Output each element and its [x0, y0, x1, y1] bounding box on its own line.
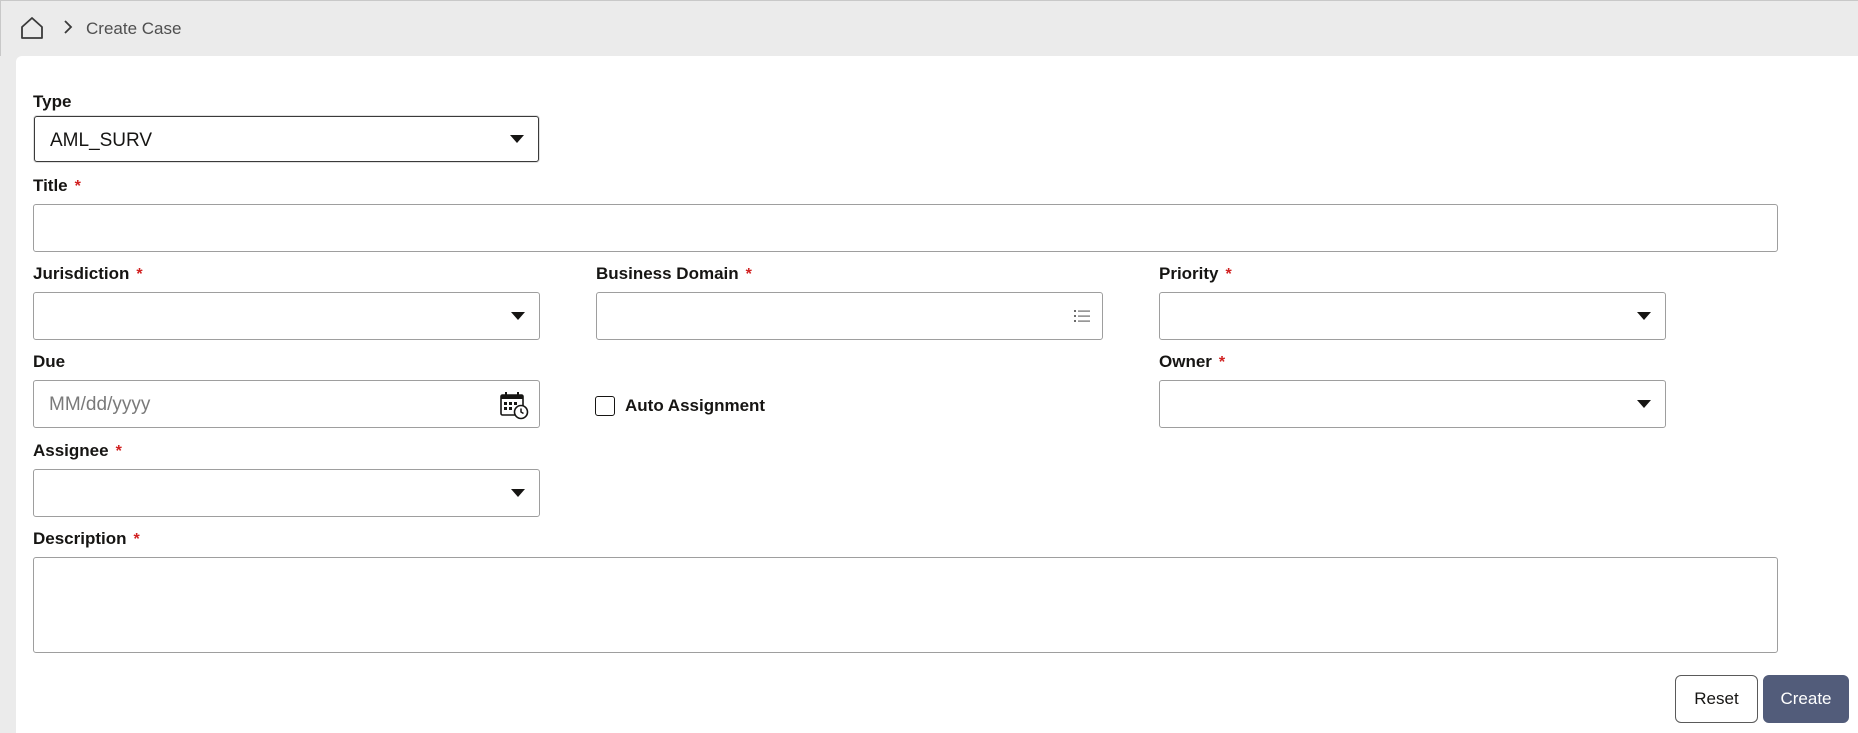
due-date-input[interactable]: MM/dd/yyyy [33, 380, 540, 428]
chevron-down-icon[interactable] [1637, 400, 1651, 408]
required-marker: * [745, 266, 752, 283]
chevron-down-icon[interactable] [511, 489, 525, 497]
type-select[interactable]: AML_SURV [34, 116, 539, 162]
business-domain-input[interactable] [596, 292, 1103, 340]
calendar-clock-icon[interactable] [499, 390, 529, 420]
jurisdiction-label: Jurisdiction * [33, 264, 143, 283]
chevron-down-icon[interactable] [1637, 312, 1651, 320]
business-domain-label: Business Domain * [596, 264, 752, 283]
chevron-right-icon [64, 20, 73, 34]
owner-select[interactable] [1159, 380, 1666, 428]
assignee-label: Assignee * [33, 441, 122, 460]
description-label: Description * [33, 529, 140, 548]
required-marker: * [1225, 266, 1232, 283]
due-date-placeholder: MM/dd/yyyy [49, 394, 151, 415]
required-marker: * [1218, 354, 1226, 371]
title-input[interactable] [33, 204, 1778, 252]
assignee-select[interactable] [33, 469, 540, 517]
checkbox-box[interactable] [595, 396, 615, 416]
reset-button[interactable]: Reset [1675, 675, 1758, 723]
required-marker: * [115, 443, 122, 460]
breadcrumb-current: Create Case [86, 19, 182, 38]
priority-label: Priority * [1159, 264, 1232, 283]
auto-assignment-checkbox[interactable]: Auto Assignment [595, 394, 765, 418]
required-marker: * [74, 178, 81, 195]
auto-assignment-label: Auto Assignment [625, 396, 766, 415]
home-icon[interactable] [19, 15, 45, 41]
breadcrumb: Create Case [0, 0, 1858, 56]
priority-select[interactable] [1159, 292, 1666, 340]
owner-label: Owner * [1159, 352, 1226, 371]
chevron-down-icon[interactable] [511, 312, 525, 320]
chevron-down-icon[interactable] [510, 135, 524, 143]
create-button[interactable]: Create [1763, 675, 1849, 723]
list-select-icon[interactable] [1072, 307, 1092, 325]
due-label: Due [33, 352, 66, 371]
title-label: Title * [33, 176, 81, 195]
jurisdiction-select[interactable] [33, 292, 540, 340]
type-select-value: AML_SURV [50, 130, 153, 151]
type-label: Type [33, 92, 72, 111]
required-marker: * [133, 531, 140, 548]
description-textarea[interactable] [33, 557, 1778, 653]
required-marker: * [136, 266, 143, 283]
